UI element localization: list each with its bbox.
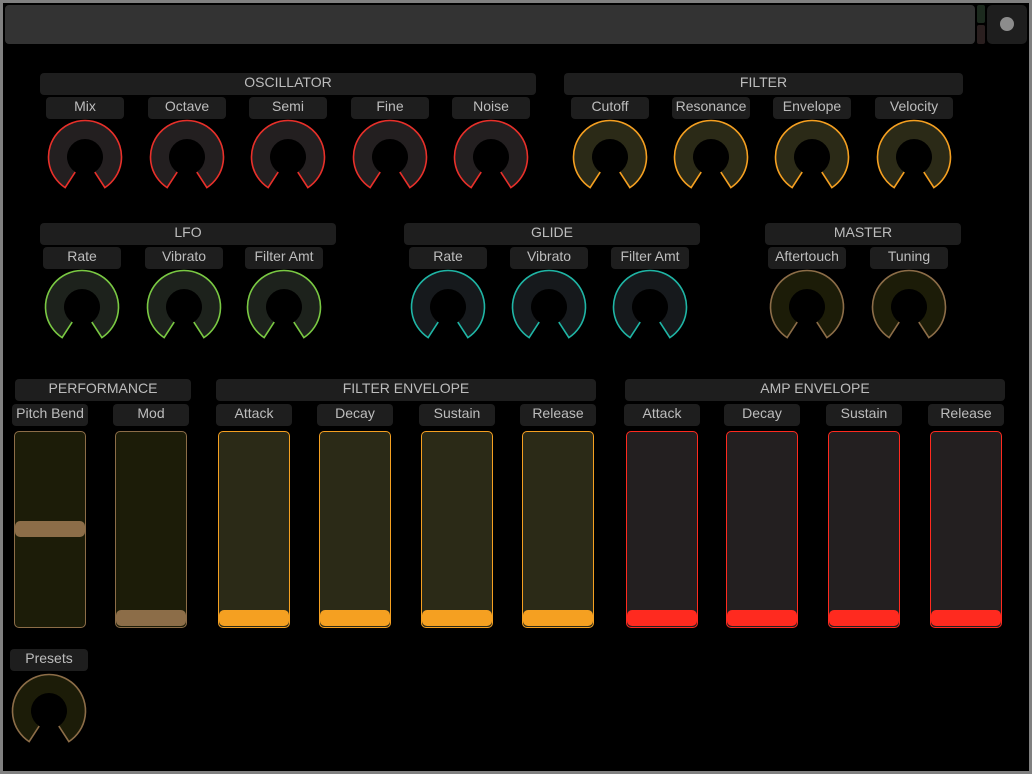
filter-envelope-label: Envelope — [773, 97, 851, 119]
performance-pitch-bend-label: Pitch Bend — [12, 404, 88, 426]
filter-envelope-attack-slider[interactable] — [218, 431, 290, 628]
oscillator-octave-knob[interactable] — [147, 117, 227, 197]
lfo-vibrato-label: Vibrato — [145, 247, 223, 269]
slider-thumb[interactable] — [829, 610, 899, 626]
amp-envelope-decay-label: Decay — [724, 404, 800, 426]
slider-thumb[interactable] — [15, 521, 85, 537]
filter-envelope-release-label: Release — [520, 404, 596, 426]
lfo-rate-knob[interactable] — [42, 267, 122, 347]
master-aftertouch-knob[interactable] — [767, 267, 847, 347]
section-header-glide: GLIDE — [404, 223, 700, 245]
slider-thumb[interactable] — [931, 610, 1001, 626]
amp-envelope-release-label: Release — [928, 404, 1004, 426]
section-header-performance: PERFORMANCE — [15, 379, 191, 401]
section-header-lfo: LFO — [40, 223, 336, 245]
amp-envelope-attack-label: Attack — [624, 404, 700, 426]
filter-velocity-label: Velocity — [875, 97, 953, 119]
slider-thumb[interactable] — [727, 610, 797, 626]
slider-thumb[interactable] — [523, 610, 593, 626]
lfo-rate-label: Rate — [43, 247, 121, 269]
lfo-filter-amt-knob[interactable] — [244, 267, 324, 347]
lfo-filter-amt-label: Filter Amt — [245, 247, 323, 269]
filter-envelope-decay-slider[interactable] — [319, 431, 391, 628]
filter-cutoff-label: Cutoff — [571, 97, 649, 119]
amp-envelope-release-slider[interactable] — [930, 431, 1002, 628]
status-led-red — [977, 25, 985, 44]
glide-filter-amt-label: Filter Amt — [611, 247, 689, 269]
filter-velocity-knob[interactable] — [874, 117, 954, 197]
slider-thumb[interactable] — [422, 610, 492, 626]
oscillator-mix-label: Mix — [46, 97, 124, 119]
filter-envelope-release-slider[interactable] — [522, 431, 594, 628]
glide-rate-label: Rate — [409, 247, 487, 269]
filter-envelope-sustain-label: Sustain — [419, 404, 495, 426]
oscillator-semi-knob[interactable] — [248, 117, 328, 197]
master-aftertouch-label: Aftertouch — [768, 247, 846, 269]
section-header-filter-envelope: FILTER ENVELOPE — [216, 379, 596, 401]
lfo-vibrato-knob[interactable] — [144, 267, 224, 347]
performance-pitch-bend-slider[interactable] — [14, 431, 86, 628]
section-header-filter: FILTER — [564, 73, 963, 95]
filter-resonance-knob[interactable] — [671, 117, 751, 197]
glide-filter-amt-knob[interactable] — [610, 267, 690, 347]
slider-thumb[interactable] — [116, 610, 186, 626]
filter-envelope-knob[interactable] — [772, 117, 852, 197]
power-button[interactable] — [987, 5, 1027, 44]
filter-cutoff-knob[interactable] — [570, 117, 650, 197]
slider-thumb[interactable] — [320, 610, 390, 626]
slider-thumb[interactable] — [627, 610, 697, 626]
presets-presets-knob[interactable] — [9, 671, 89, 751]
master-tuning-label: Tuning — [870, 247, 948, 269]
oscillator-fine-knob[interactable] — [350, 117, 430, 197]
section-header-master: MASTER — [765, 223, 961, 245]
oscillator-noise-label: Noise — [452, 97, 530, 119]
oscillator-mix-knob[interactable] — [45, 117, 125, 197]
amp-envelope-decay-slider[interactable] — [726, 431, 798, 628]
section-header-oscillator: OSCILLATOR — [40, 73, 536, 95]
oscillator-octave-label: Octave — [148, 97, 226, 119]
filter-envelope-sustain-slider[interactable] — [421, 431, 493, 628]
glide-vibrato-knob[interactable] — [509, 267, 589, 347]
performance-mod-slider[interactable] — [115, 431, 187, 628]
filter-envelope-attack-label: Attack — [216, 404, 292, 426]
performance-mod-label: Mod — [113, 404, 189, 426]
filter-resonance-label: Resonance — [672, 97, 750, 119]
section-header-amp-envelope: AMP ENVELOPE — [625, 379, 1005, 401]
amp-envelope-attack-slider[interactable] — [626, 431, 698, 628]
filter-envelope-decay-label: Decay — [317, 404, 393, 426]
slider-thumb[interactable] — [219, 610, 289, 626]
title-bar — [5, 5, 975, 44]
master-tuning-knob[interactable] — [869, 267, 949, 347]
presets-presets-label: Presets — [10, 649, 88, 671]
oscillator-fine-label: Fine — [351, 97, 429, 119]
glide-vibrato-label: Vibrato — [510, 247, 588, 269]
synth-window: OSCILLATOR FILTER LFO GLIDE MASTER PERFO… — [3, 3, 1029, 771]
glide-rate-knob[interactable] — [408, 267, 488, 347]
amp-envelope-sustain-label: Sustain — [826, 404, 902, 426]
oscillator-semi-label: Semi — [249, 97, 327, 119]
amp-envelope-sustain-slider[interactable] — [828, 431, 900, 628]
oscillator-noise-knob[interactable] — [451, 117, 531, 197]
power-dot-icon — [1000, 17, 1014, 31]
status-led-green — [977, 5, 985, 23]
